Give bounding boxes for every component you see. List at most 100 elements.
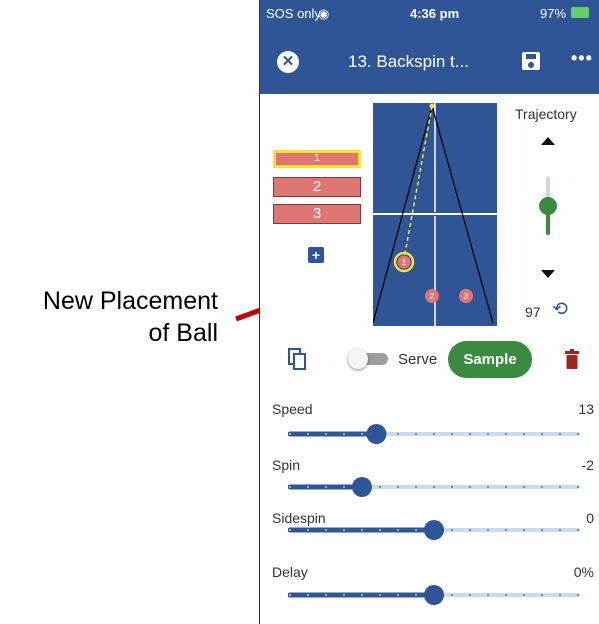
sidespin-tick	[559, 529, 561, 531]
spin-tick	[433, 486, 435, 488]
sidespin-tick	[577, 529, 579, 531]
spin-tick	[343, 486, 345, 488]
sidespin-tick	[505, 529, 507, 531]
trajectory-slider[interactable]	[538, 175, 558, 237]
sidespin-tick	[451, 529, 453, 531]
trash-icon[interactable]	[565, 349, 579, 369]
speed-tick	[505, 433, 507, 435]
spin-tick	[469, 486, 471, 488]
speed-tick	[541, 433, 543, 435]
speed-slider[interactable]	[288, 422, 583, 446]
speed-tick	[451, 433, 453, 435]
sidespin-tick	[541, 529, 543, 531]
spin-tick	[307, 486, 309, 488]
trajectory-thumb	[539, 197, 557, 215]
sidespin-tick	[397, 529, 399, 531]
sidespin-tick	[415, 529, 417, 531]
save-icon[interactable]	[522, 52, 540, 70]
speed-tick	[289, 433, 291, 435]
arrow-up-icon[interactable]	[541, 137, 555, 145]
spin-tick	[289, 486, 291, 488]
sidespin-slider[interactable]	[288, 518, 583, 542]
spin-tick	[397, 486, 399, 488]
spin-tick	[577, 486, 579, 488]
table-ball-3-label: 3	[464, 292, 469, 301]
more-options-icon[interactable]: •••	[571, 48, 593, 69]
clock-text: 4:36 pm	[410, 6, 460, 21]
delay-tick	[361, 594, 363, 596]
launch-point	[429, 103, 435, 109]
speed-tick	[307, 433, 309, 435]
table-ball-3[interactable]: 3	[459, 289, 473, 303]
delay-tick	[523, 594, 525, 596]
sidespin-tick	[469, 529, 471, 531]
battery-percent: 97%	[540, 6, 567, 21]
serve-toggle[interactable]	[348, 349, 388, 369]
arrow-down-icon[interactable]	[541, 270, 555, 278]
table-ball-1[interactable]: 1	[393, 251, 415, 273]
table-ball-1-label: 1	[402, 258, 407, 267]
table-ball-2[interactable]: 2	[425, 289, 439, 303]
delay-tick	[307, 594, 309, 596]
sidespin-tick	[343, 529, 345, 531]
delay-tick	[487, 594, 489, 596]
placement-chip-2[interactable]: 2	[273, 177, 361, 197]
delay-tick	[379, 594, 381, 596]
app-bar: ✕ 13. Backspin t... •••	[260, 26, 599, 94]
add-placement-button[interactable]: +	[308, 247, 324, 263]
status-bar: SOS only ◉ 4:36 pm 97%	[260, 0, 599, 26]
delay-tick	[469, 594, 471, 596]
spin-tick	[541, 486, 543, 488]
spin-value: -2	[581, 457, 594, 473]
spin-tick	[379, 486, 381, 488]
refresh-icon[interactable]: ⟲	[552, 300, 568, 319]
sidespin-tick	[289, 529, 291, 531]
placement-chip-3[interactable]: 3	[273, 204, 361, 224]
delay-label: Delay	[272, 564, 308, 580]
delay-tick	[559, 594, 561, 596]
table-view[interactable]: 1 2 3	[373, 103, 497, 326]
delay-tick	[505, 594, 507, 596]
spin-tick	[325, 486, 327, 488]
spin-tick	[487, 486, 489, 488]
sample-button[interactable]: Sample	[448, 341, 532, 378]
speed-tick	[415, 433, 417, 435]
annotation-line-1: New Placement	[42, 287, 218, 315]
speed-tick	[523, 433, 525, 435]
spin-slider[interactable]	[288, 475, 583, 499]
speed-tick	[325, 433, 327, 435]
speed-tick	[469, 433, 471, 435]
serve-label: Serve	[398, 351, 438, 368]
speed-tick	[397, 433, 399, 435]
phone-screen: SOS only ◉ 4:36 pm 97% ✕ 13. Backspin t.…	[259, 0, 599, 624]
spin-tick	[451, 486, 453, 488]
drill-title: 13. Backspin t...	[348, 52, 469, 71]
delay-tick	[397, 594, 399, 596]
spin-tick	[415, 486, 417, 488]
placement-chip-1[interactable]: 1	[273, 150, 361, 168]
copy-icon[interactable]	[288, 348, 306, 370]
delay-tick	[289, 594, 291, 596]
spin-label: Spin	[272, 457, 301, 473]
annotation-line-2: of Ball	[148, 319, 218, 347]
battery-icon	[571, 7, 589, 18]
sidespin-tick	[361, 529, 363, 531]
speed-tick	[559, 433, 561, 435]
speed-label: Speed	[272, 401, 313, 417]
delay-tick	[325, 594, 327, 596]
delay-thumb	[424, 585, 444, 605]
speed-tick	[433, 433, 435, 435]
carrier-text: SOS only	[266, 6, 321, 21]
delay-tick	[451, 594, 453, 596]
wifi-icon: ◉	[318, 6, 330, 21]
spin-thumb	[352, 477, 372, 497]
delay-value: 0%	[573, 564, 594, 580]
close-icon[interactable]: ✕	[277, 51, 299, 73]
delay-slider[interactable]	[288, 583, 583, 607]
trajectory-label: Trajectory	[515, 106, 577, 122]
spin-tick	[559, 486, 561, 488]
speed-thumb	[366, 424, 387, 444]
sidespin-value: 0	[586, 510, 594, 526]
speed-tick	[577, 433, 579, 435]
sidespin-tick	[379, 529, 381, 531]
